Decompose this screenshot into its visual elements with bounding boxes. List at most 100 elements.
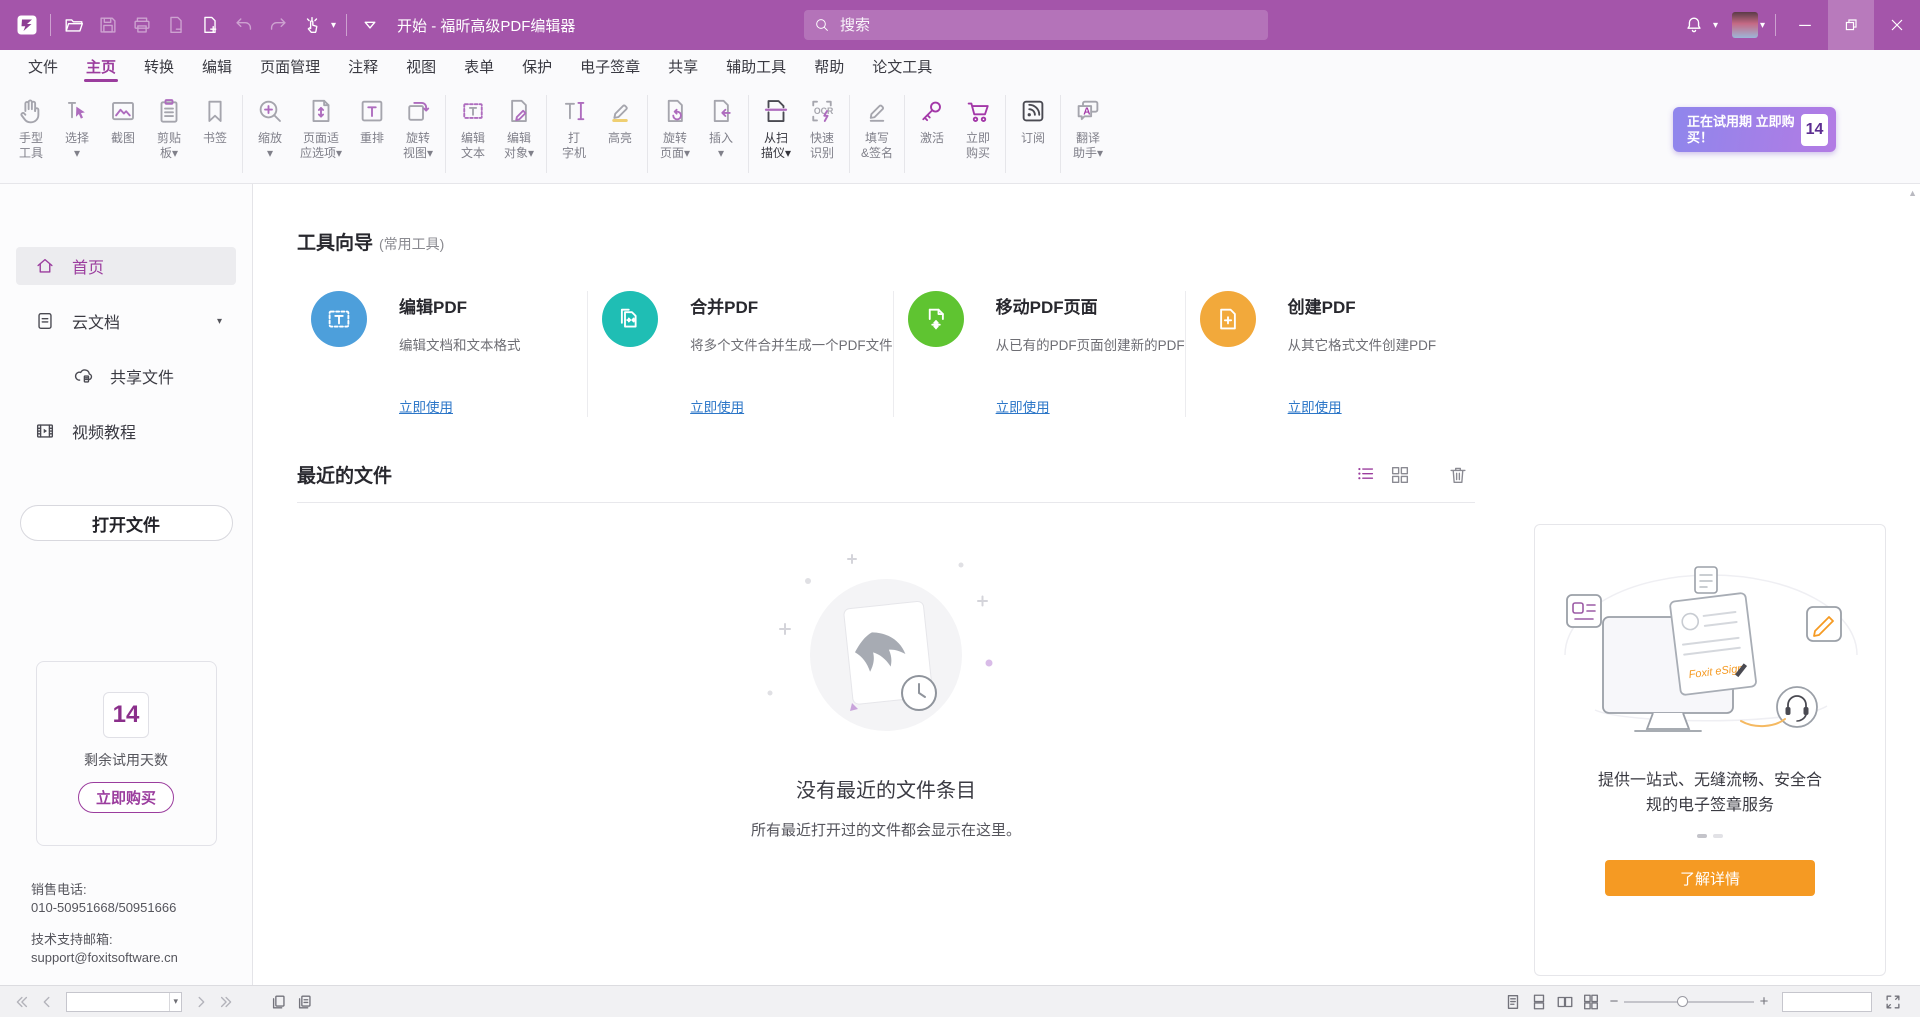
close-button[interactable] xyxy=(1874,0,1920,50)
previous-page-icon[interactable] xyxy=(34,990,60,1014)
cloud-docs-expand-arrow[interactable]: ▾ xyxy=(217,316,222,327)
tool-bookmark[interactable]: 书签 xyxy=(192,93,238,146)
fullscreen-icon[interactable] xyxy=(1880,990,1906,1014)
search-input[interactable] xyxy=(838,16,1258,35)
list-view-toggle[interactable] xyxy=(1349,462,1383,488)
grid-view-toggle[interactable] xyxy=(1383,462,1417,488)
menu-item-help[interactable]: 帮助 xyxy=(800,50,858,83)
user-avatar[interactable] xyxy=(1732,12,1758,38)
add-page-icon[interactable] xyxy=(193,7,227,43)
tool-insert[interactable]: 插入▾ xyxy=(698,93,744,161)
tool-quick-ocr[interactable]: OCR 快速识别 xyxy=(799,93,845,161)
sidebar-item-shared-files[interactable]: 共享文件 xyxy=(16,357,236,395)
zoom-in-button[interactable]: + xyxy=(1754,993,1774,1010)
tool-edit-text[interactable]: 编辑文本 xyxy=(450,93,496,161)
zoom-percent-box[interactable] xyxy=(1782,992,1872,1012)
menu-item-home[interactable]: 主页 xyxy=(72,50,130,83)
tool-rotate-pages[interactable]: 旋转页面▾ xyxy=(652,93,698,161)
menu-item-comment[interactable]: 注释 xyxy=(334,50,392,83)
menu-item-form[interactable]: 表单 xyxy=(450,50,508,83)
tool-activate[interactable]: 激活 xyxy=(909,93,955,146)
card-create-pdf[interactable]: 创建PDF 从其它格式文件创建PDF 立即使用 xyxy=(1185,291,1475,417)
support-email-address[interactable]: support@foxitsoftware.cn xyxy=(31,949,178,967)
menu-item-paper-tools[interactable]: 论文工具 xyxy=(858,50,946,83)
hand-gesture-dropdown[interactable]: ▾ xyxy=(331,20,336,31)
menu-item-file[interactable]: 文件 xyxy=(14,50,72,83)
continuous-facing-view-icon[interactable] xyxy=(1578,990,1604,1014)
buy-now-button[interactable]: 立即购买 xyxy=(78,782,174,813)
open-file-icon[interactable] xyxy=(57,7,91,43)
tool-rotate-view[interactable]: 旋转视图▾ xyxy=(395,93,441,161)
page-number-box[interactable]: ▾ xyxy=(66,992,182,1012)
restore-button[interactable] xyxy=(1828,0,1874,50)
tool-highlight[interactable]: 高亮 xyxy=(597,93,643,146)
facing-view-icon[interactable] xyxy=(1552,990,1578,1014)
sidebar-item-home[interactable]: 首页 xyxy=(16,247,236,285)
menu-item-esign[interactable]: 电子签章 xyxy=(566,50,654,83)
tool-from-scanner[interactable]: 从扫描仪▾ xyxy=(753,93,799,161)
card-move-pdf-pages[interactable]: 移动PDF页面 从已有的PDF页面创建新的PDF 立即使用 xyxy=(893,291,1185,417)
minimize-button[interactable] xyxy=(1782,0,1828,50)
first-page-icon[interactable] xyxy=(8,990,34,1014)
search-box[interactable] xyxy=(804,10,1268,40)
save-icon[interactable] xyxy=(91,7,125,43)
menu-item-convert[interactable]: 转换 xyxy=(130,50,188,83)
tool-typewriter[interactable]: 打字机 xyxy=(551,93,597,161)
tool-subscribe[interactable]: 订阅 xyxy=(1010,93,1056,146)
tool-hand[interactable]: 手型工具 xyxy=(8,93,54,161)
sidebar-item-cloud-docs[interactable]: 云文档 ▾ xyxy=(16,302,236,340)
zoom-out-button[interactable]: − xyxy=(1604,993,1624,1010)
menu-item-protect[interactable]: 保护 xyxy=(508,50,566,83)
delete-page-icon[interactable] xyxy=(159,7,193,43)
tool-edit-object[interactable]: 编辑对象▾ xyxy=(496,93,542,161)
use-now-link[interactable]: 立即使用 xyxy=(996,396,1050,416)
hide-ribbon-icon[interactable] xyxy=(353,7,387,43)
redo-icon[interactable] xyxy=(261,7,295,43)
print-icon[interactable] xyxy=(125,7,159,43)
card-merge-pdf[interactable]: 合并PDF 将多个文件合并生成一个PDF文件 立即使用 xyxy=(587,291,893,417)
use-now-link[interactable]: 立即使用 xyxy=(690,396,744,416)
menu-item-view[interactable]: 视图 xyxy=(392,50,450,83)
tool-clipboard[interactable]: 剪贴板▾ xyxy=(146,93,192,161)
last-page-icon[interactable] xyxy=(214,990,240,1014)
scrollbar-up-arrow[interactable]: ▲ xyxy=(1908,188,1917,198)
trial-banner[interactable]: 正在试用期 立即购买！ 14 xyxy=(1673,107,1836,152)
menu-item-edit[interactable]: 编辑 xyxy=(188,50,246,83)
zoom-slider-thumb[interactable] xyxy=(1677,996,1688,1007)
tool-zoom[interactable]: 缩放▾ xyxy=(247,93,293,161)
card-edit-pdf[interactable]: 编辑PDF 编辑文档和文本格式 立即使用 xyxy=(297,291,587,417)
page-number-dropdown[interactable]: ▾ xyxy=(169,993,181,1011)
use-now-link[interactable]: 立即使用 xyxy=(399,396,453,416)
single-page-view-icon[interactable] xyxy=(1500,990,1526,1014)
tool-reflow[interactable]: 重排 xyxy=(349,93,395,146)
clear-recent-trash-icon[interactable] xyxy=(1441,462,1475,488)
learn-more-button[interactable]: 了解详情 xyxy=(1605,860,1815,896)
dot-inactive[interactable] xyxy=(1713,834,1723,838)
dot-active[interactable] xyxy=(1697,834,1707,838)
notifications-bell-icon[interactable] xyxy=(1677,7,1711,43)
menu-item-accessibility[interactable]: 辅助工具 xyxy=(712,50,800,83)
tool-buy-now[interactable]: 立即购买 xyxy=(955,93,1001,161)
promo-pagination-dots[interactable] xyxy=(1535,834,1885,838)
copy-pages-icon[interactable] xyxy=(292,990,318,1014)
menu-item-share[interactable]: 共享 xyxy=(654,50,712,83)
zoom-slider[interactable] xyxy=(1624,990,1754,1014)
open-file-button[interactable]: 打开文件 xyxy=(20,505,233,541)
tool-page-fit[interactable]: 页面适应选项▾ xyxy=(293,93,349,161)
undo-icon[interactable] xyxy=(227,7,261,43)
zoom-percent-input[interactable] xyxy=(1783,993,1871,1011)
notifications-dropdown[interactable]: ▾ xyxy=(1713,20,1718,31)
use-now-link[interactable]: 立即使用 xyxy=(1288,396,1342,416)
continuous-view-icon[interactable] xyxy=(1526,990,1552,1014)
tool-snapshot[interactable]: 截图 xyxy=(100,93,146,146)
account-dropdown[interactable]: ▾ xyxy=(1760,20,1765,31)
tool-fill-sign[interactable]: 填写&签名 xyxy=(854,93,900,161)
hand-gesture-icon[interactable] xyxy=(295,7,329,43)
sidebar-item-video-tutorials[interactable]: 视频教程 xyxy=(16,412,236,450)
tool-translate[interactable]: A 翻译助手▾ xyxy=(1065,93,1111,161)
next-page-icon[interactable] xyxy=(188,990,214,1014)
page-number-input[interactable] xyxy=(67,995,169,1009)
menu-item-page-manage[interactable]: 页面管理 xyxy=(246,50,334,83)
snapshot-pages-icon[interactable] xyxy=(266,990,292,1014)
tool-select[interactable]: 选择▾ xyxy=(54,93,100,161)
